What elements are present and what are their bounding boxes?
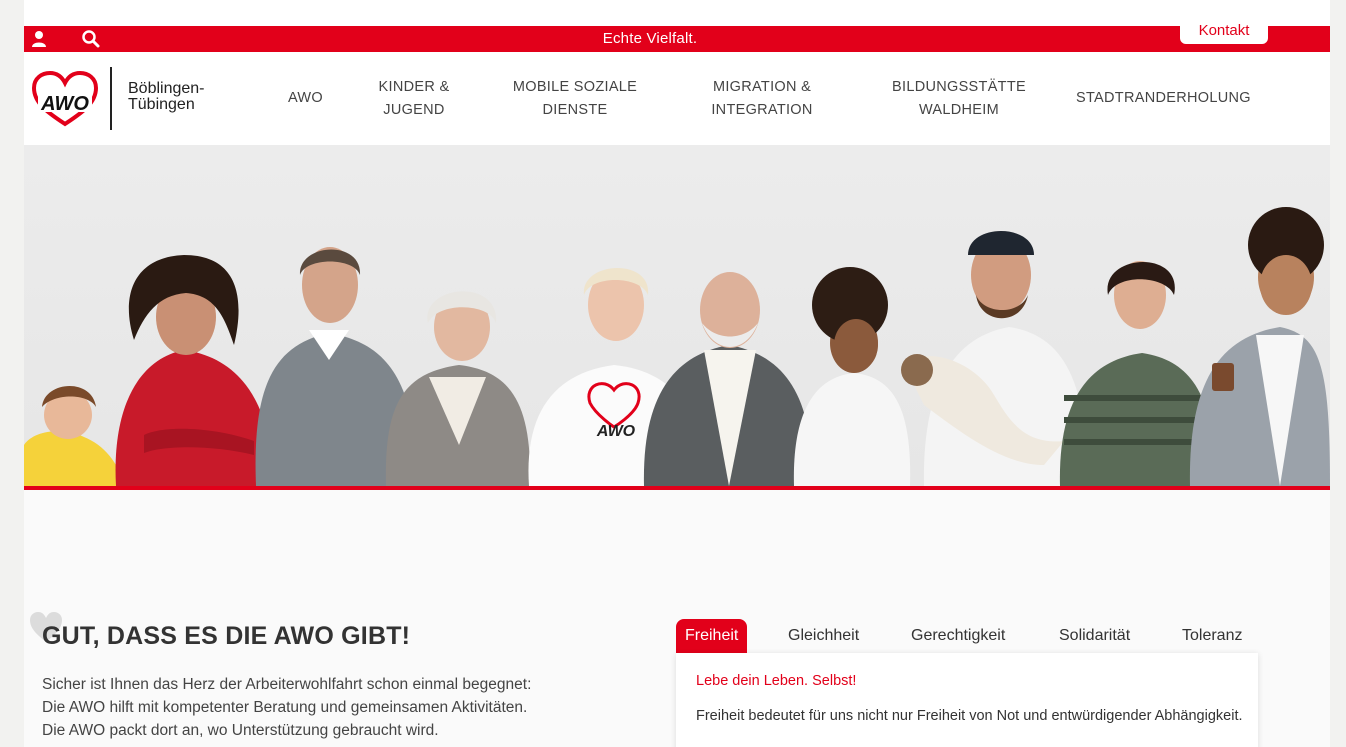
- site-header: AWO Böblingen- Tübingen AWO KINDER & JUG…: [24, 52, 1330, 145]
- tab-freiheit[interactable]: Freiheit: [676, 619, 748, 653]
- panel-title: Lebe dein Leben. Selbst!: [696, 673, 857, 689]
- logo-text: AWO: [40, 93, 89, 115]
- tab-panel: Lebe dein Leben. Selbst! Freiheit bedeut…: [676, 653, 1258, 747]
- page: Echte Vielfalt. Kontakt AWO Böblingen- T…: [24, 0, 1330, 747]
- nav-label: JUGEND: [383, 102, 445, 118]
- panel-text: Freiheit bedeutet für uns nicht nur Frei…: [696, 708, 1243, 724]
- nav-label: MIGRATION &: [712, 79, 812, 95]
- awo-logo[interactable]: AWO: [30, 70, 100, 128]
- page-headline: GUT, DASS ES DIE AWO GIBT!: [42, 622, 411, 650]
- tagline: Echte Vielfalt.: [602, 30, 698, 47]
- tab-solidaritaet[interactable]: Solidarität: [1059, 619, 1130, 653]
- nav-label: AWO: [288, 90, 323, 106]
- person-woman-curly-hair: [793, 267, 911, 486]
- tab-gerechtigkeit[interactable]: Gerechtigkeit: [911, 619, 1005, 653]
- nav-item-mobile-soziale-dienste[interactable]: MOBILE SOZIALE DIENSTE: [508, 76, 642, 122]
- nav-label: KINDER &: [378, 79, 450, 95]
- nav-label: DIENSTE: [542, 102, 608, 118]
- nav-item-kinder-jugend[interactable]: KINDER & JUGEND: [376, 76, 452, 122]
- nav-label: INTEGRATION: [711, 102, 813, 118]
- tab-gleichheit[interactable]: Gleichheit: [788, 619, 859, 653]
- top-bar: Echte Vielfalt.: [24, 26, 1330, 52]
- person-man-curly-hair: [1189, 207, 1330, 486]
- nav-item-stadtranderholung[interactable]: STADTRANDERHOLUNG: [1076, 87, 1251, 110]
- person-woman-red-sweater: [115, 255, 274, 486]
- intro-line: Die AWO hilft mit kompetenter Beratung u…: [42, 699, 528, 716]
- person-elderly-woman: [385, 291, 531, 486]
- nav-label: STADTRANDERHOLUNG: [1076, 90, 1251, 106]
- shirt-logo-text: AWO: [596, 423, 636, 440]
- nav-item-migration-integration[interactable]: MIGRATION & INTEGRATION: [706, 76, 818, 122]
- person-man-beanie: [901, 231, 1088, 486]
- intro-line: Sicher ist Ihnen das Herz der Arbeiterwo…: [42, 676, 532, 693]
- brand-line-1: Böblingen-: [128, 80, 205, 97]
- hero-banner: AWO: [24, 145, 1330, 486]
- hero-people-illustration: AWO: [24, 207, 1330, 486]
- person-elderly-man: [643, 272, 813, 486]
- brand-name: Böblingen- Tübingen: [128, 81, 205, 113]
- intro-line: Die AWO packt dort an, wo Unterstützung …: [42, 722, 439, 739]
- contact-button[interactable]: Kontakt: [1180, 18, 1268, 44]
- nav-label: WALDHEIM: [918, 102, 999, 118]
- nav-label: BILDUNGSSTÄTTE: [892, 79, 1026, 95]
- nav-label: MOBILE SOZIALE: [512, 79, 638, 95]
- logo-divider: [110, 67, 112, 130]
- brand-line-2: Tübingen: [128, 96, 195, 113]
- nav-item-awo[interactable]: AWO: [288, 87, 323, 110]
- person-child: [24, 385, 124, 486]
- intro-text: Sicher ist Ihnen das Herz der Arbeiterwo…: [42, 673, 642, 742]
- nav-item-bildungsstaette-waldheim[interactable]: BILDUNGSSTÄTTE WALDHEIM: [886, 76, 1032, 122]
- tab-toleranz[interactable]: Toleranz: [1182, 619, 1242, 653]
